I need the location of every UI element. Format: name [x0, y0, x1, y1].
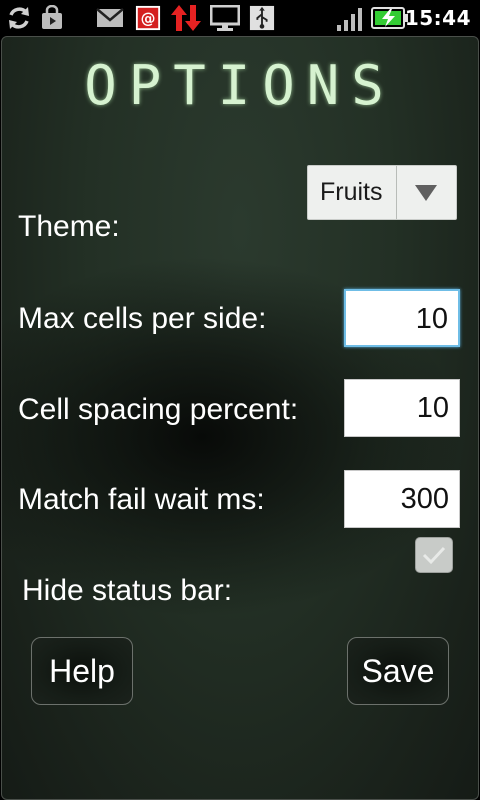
- theme-label: Theme:: [18, 210, 120, 243]
- email-notification-icon: @: [135, 5, 161, 31]
- hide-status-bar-checkbox[interactable]: [415, 537, 453, 573]
- shopping-bag-icon: [42, 5, 62, 29]
- usb-icon: [249, 5, 275, 31]
- theme-value: Fruits: [320, 178, 383, 206]
- page-title: OPTIONS: [84, 54, 396, 117]
- spinner-divider: [396, 166, 397, 219]
- theme-spinner[interactable]: Fruits: [307, 165, 457, 220]
- hide-status-bar-label: Hide status bar:: [22, 574, 233, 607]
- status-bar: @ 15:44: [0, 0, 480, 36]
- gmail-icon: [96, 8, 124, 27]
- clock: 15:44: [404, 6, 471, 30]
- max-cells-input[interactable]: 10: [344, 289, 460, 347]
- dropdown-arrow-icon: [415, 185, 437, 201]
- cell-spacing-label: Cell spacing percent:: [18, 393, 299, 426]
- match-fail-wait-input[interactable]: 300: [344, 470, 460, 528]
- cell-spacing-input[interactable]: 10: [344, 379, 460, 437]
- help-button[interactable]: Help: [31, 637, 133, 705]
- battery-charging-icon: [371, 7, 408, 29]
- save-button[interactable]: Save: [347, 637, 449, 705]
- checkmark-icon: [422, 546, 446, 565]
- svg-text:@: @: [141, 10, 156, 28]
- match-fail-wait-value: 300: [400, 483, 449, 515]
- data-transfer-icon: [171, 5, 201, 31]
- match-fail-wait-label: Match fail wait ms:: [18, 483, 265, 516]
- sync-icon: [9, 7, 29, 29]
- monitor-icon: [210, 5, 240, 31]
- max-cells-label: Max cells per side:: [18, 302, 267, 335]
- max-cells-value: 10: [415, 303, 448, 335]
- signal-icon: [337, 8, 362, 31]
- cell-spacing-value: 10: [416, 392, 449, 424]
